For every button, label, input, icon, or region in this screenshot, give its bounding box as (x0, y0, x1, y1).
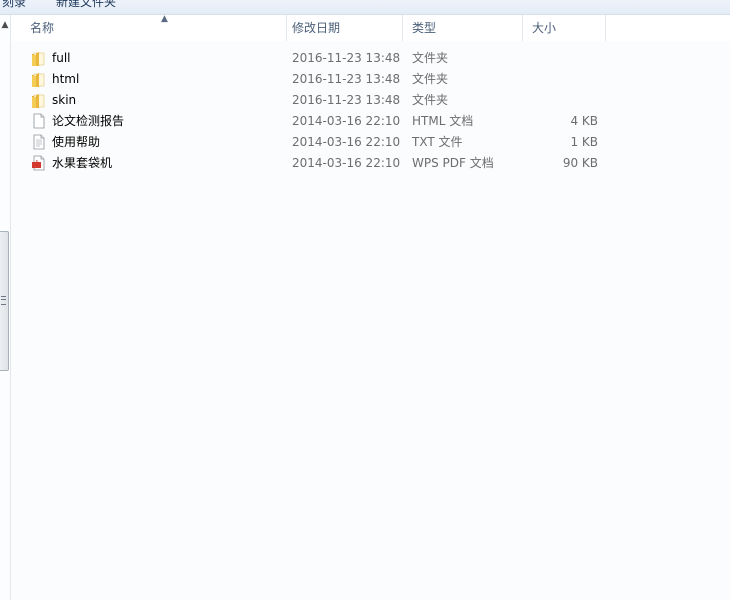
column-header-date[interactable]: 修改日期 (283, 15, 403, 41)
file-row[interactable]: 论文检测报告 2014-03-16 22:10 HTML 文档 4 KB (11, 111, 611, 132)
column-header-size[interactable]: 大小 (523, 15, 606, 41)
file-date: 2014-03-16 22:10 (292, 114, 401, 128)
text-file-icon (33, 134, 45, 150)
file-size (526, 90, 598, 111)
pdf-file-icon (32, 155, 45, 171)
file-date: 2014-03-16 22:10 (292, 156, 401, 170)
column-header-name[interactable]: 名称 ▲ (21, 14, 287, 41)
file-type: 文件夹 (412, 51, 449, 65)
file-size: 1 KB (570, 135, 598, 149)
file-size (526, 48, 598, 69)
file-row[interactable]: 水果套袋机 2014-03-16 22:10 WPS PDF 文档 90 KB (11, 153, 611, 174)
folder-icon (32, 94, 45, 108)
file-row[interactable]: html 2016-11-23 13:48 文件夹 (11, 69, 611, 90)
folder-icon (32, 52, 45, 66)
navigation-pane: ▲ (0, 15, 11, 600)
file-type: HTML 文档 (412, 114, 474, 128)
file-date: 2016-11-23 13:48 (292, 93, 401, 107)
scroll-up-arrow-icon[interactable]: ▲ (0, 19, 10, 31)
file-name: html (52, 72, 80, 86)
file-row[interactable]: 使用帮助 2014-03-16 22:10 TXT 文件 1 KB (11, 132, 611, 153)
file-list: 名称 ▲ 修改日期 类型 大小 full 2016-11-23 13:48 文件… (11, 14, 730, 600)
html-file-icon (33, 113, 45, 129)
file-name: 水果套袋机 (52, 156, 113, 170)
file-type: WPS PDF 文档 (412, 156, 494, 170)
file-name: 论文检测报告 (52, 114, 125, 128)
grip-icon (1, 296, 6, 305)
column-date-label: 修改日期 (292, 21, 341, 35)
file-size: 90 KB (562, 156, 598, 170)
folder-icon (32, 73, 45, 87)
column-size-label: 大小 (532, 21, 557, 35)
file-row[interactable]: skin 2016-11-23 13:48 文件夹 (11, 90, 611, 111)
file-size: 4 KB (570, 114, 598, 128)
burn-button[interactable]: 刻录 (2, 0, 26, 10)
file-name: full (52, 51, 71, 65)
column-name-label: 名称 (30, 21, 55, 35)
file-date: 2016-11-23 13:48 (292, 51, 401, 65)
command-bar: 刻录 新建文件夹 (0, 0, 730, 15)
file-type: 文件夹 (412, 72, 449, 86)
explorer-window: 刻录 新建文件夹 ▲ 名称 ▲ 修改日期 类型 大小 full 2016-11-… (0, 0, 730, 600)
column-header-type[interactable]: 类型 (403, 15, 523, 41)
new-folder-button[interactable]: 新建文件夹 (56, 0, 116, 10)
file-date: 2016-11-23 13:48 (292, 72, 401, 86)
sort-ascending-icon: ▲ (161, 14, 168, 24)
file-size (526, 69, 598, 90)
file-row[interactable]: full 2016-11-23 13:48 文件夹 (11, 48, 611, 69)
file-name: 使用帮助 (52, 135, 101, 149)
navigation-scrollbar-thumb[interactable] (0, 231, 9, 371)
file-type: 文件夹 (412, 93, 449, 107)
column-type-label: 类型 (412, 21, 437, 35)
file-date: 2014-03-16 22:10 (292, 135, 401, 149)
column-header: 名称 ▲ 修改日期 类型 大小 (11, 14, 730, 41)
file-type: TXT 文件 (412, 135, 463, 149)
file-name: skin (52, 93, 77, 107)
